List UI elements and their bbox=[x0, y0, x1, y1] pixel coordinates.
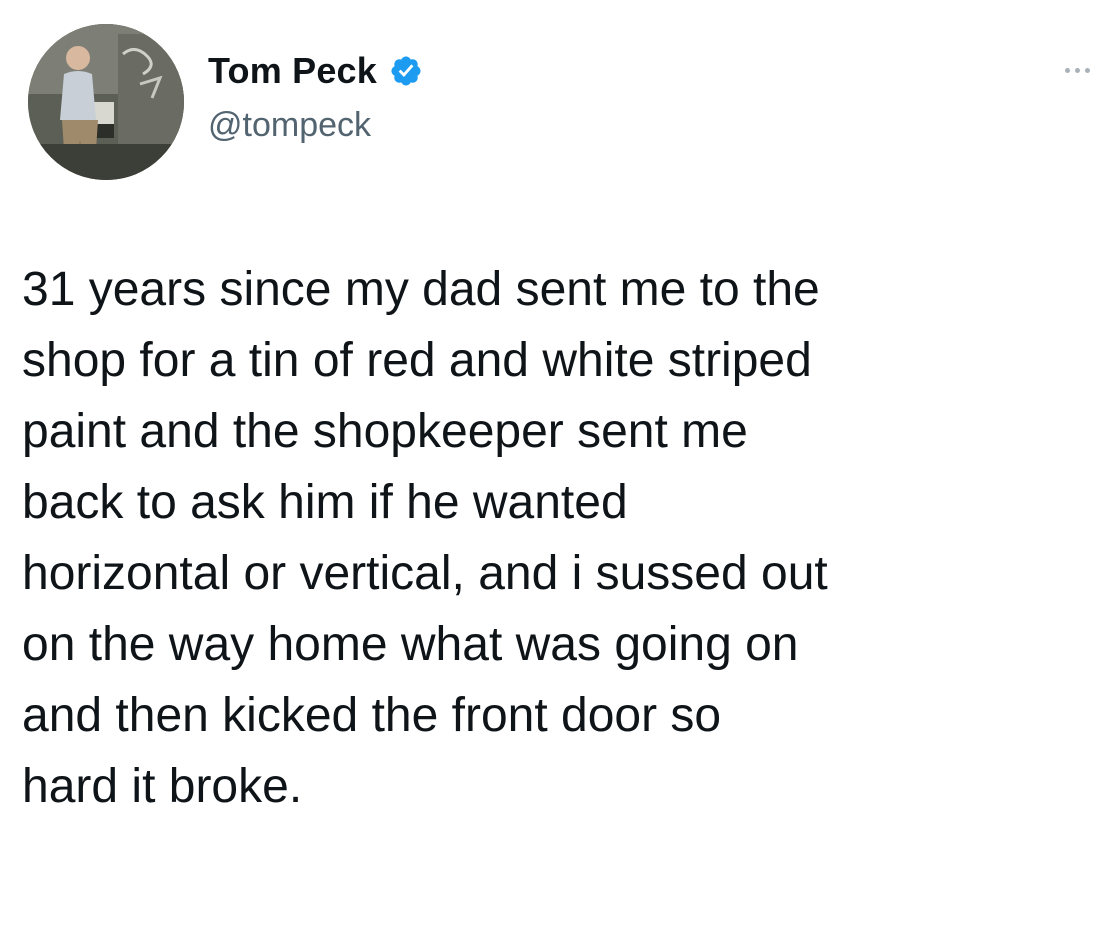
tweet-text: 31 years since my dad sent me to the sho… bbox=[22, 254, 1102, 822]
more-dot bbox=[1075, 68, 1080, 73]
more-dot bbox=[1065, 68, 1070, 73]
tweet-text-line: back to ask him if he wanted bbox=[22, 476, 628, 529]
avatar[interactable] bbox=[28, 24, 184, 180]
more-dot bbox=[1085, 68, 1090, 73]
author-name-row: Tom Peck bbox=[208, 50, 423, 92]
author-handle[interactable]: @tompeck bbox=[208, 106, 371, 145]
tweet-text-line: hard it broke. bbox=[22, 760, 303, 813]
tweet-text-line: shop for a tin of red and white striped bbox=[22, 334, 812, 387]
tweet-card: Tom Peck @tompeck 31 years since my dad … bbox=[0, 0, 1118, 928]
tweet-text-line: 31 years since my dad sent me to the bbox=[22, 263, 820, 316]
tweet-text-line: horizontal or vertical, and i sussed out bbox=[22, 547, 828, 600]
tweet-text-line: and then kicked the front door so bbox=[22, 689, 722, 742]
profile-photo bbox=[28, 24, 184, 180]
verified-badge-icon bbox=[391, 56, 421, 86]
tweet-text-line: on the way home what was going on bbox=[22, 618, 799, 671]
tweet-text-line: paint and the shopkeeper sent me bbox=[22, 405, 748, 458]
more-options-icon[interactable] bbox=[1059, 62, 1096, 79]
author-display-name[interactable]: Tom Peck bbox=[208, 50, 377, 92]
